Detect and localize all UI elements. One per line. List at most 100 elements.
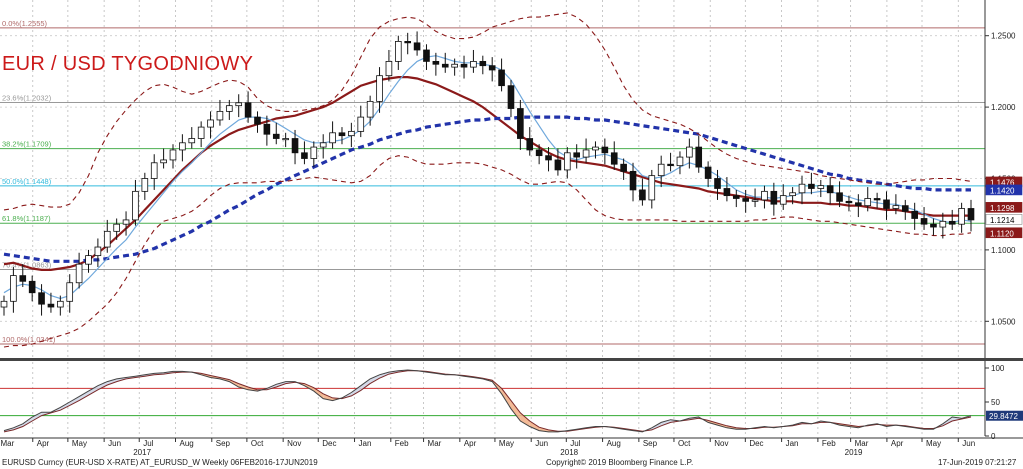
candle-body	[629, 170, 637, 191]
price-flag-label: 1.1298	[990, 204, 1015, 213]
candle	[808, 172, 815, 195]
candle-body	[207, 119, 214, 128]
candle	[338, 127, 346, 145]
candle	[648, 169, 656, 209]
candle	[676, 151, 684, 175]
candle	[310, 141, 318, 168]
candle	[507, 79, 515, 118]
candle-body	[432, 61, 440, 65]
candle	[254, 111, 261, 133]
candle-body	[470, 61, 477, 68]
candle-body	[216, 110, 224, 121]
x-tick-label: Jan	[359, 439, 372, 448]
candle	[207, 111, 214, 139]
candle-body	[770, 190, 778, 205]
candle-body	[0, 300, 8, 308]
candle	[526, 127, 534, 156]
candle-body	[545, 155, 552, 161]
candle-body	[526, 138, 534, 151]
x-tick-label: Apr	[37, 439, 50, 448]
candle-body	[836, 192, 843, 202]
candle-body	[179, 142, 186, 151]
candle	[282, 132, 289, 148]
candle-body	[113, 223, 120, 232]
candle	[948, 209, 956, 230]
candle	[235, 94, 243, 118]
candle	[573, 144, 580, 169]
candle-body	[385, 61, 393, 77]
candle	[470, 49, 477, 73]
x-tick-label: Jun	[962, 439, 975, 448]
candle-body	[535, 149, 543, 157]
candle-body	[864, 198, 872, 207]
candle	[770, 182, 778, 216]
y-tick-label: 1.1000	[991, 246, 1016, 255]
candle	[357, 105, 365, 138]
candle	[761, 185, 768, 209]
candle	[301, 141, 308, 165]
price-flag-label: 1.1420	[990, 186, 1015, 195]
candle	[732, 189, 740, 208]
candle	[395, 35, 402, 70]
candle-body	[338, 132, 346, 137]
x-tick-label: Mar	[0, 439, 14, 448]
candle-body	[648, 175, 656, 201]
x-tick-label: Dec	[322, 439, 336, 448]
osc-y-tick-label: 0	[991, 432, 996, 441]
candle-body	[901, 205, 909, 212]
candle	[639, 178, 646, 206]
x-tick-label: Nov	[714, 439, 728, 448]
footer-source: EURUSD Curncy (EUR-USD X-RATE) AT_EURUSD…	[2, 458, 318, 467]
x-year-label: 2018	[560, 448, 578, 457]
candle	[873, 192, 881, 209]
x-tick-label: Jul	[570, 439, 580, 448]
candle-body	[169, 149, 177, 161]
x-tick-label: May	[499, 439, 514, 448]
candle	[826, 177, 834, 205]
candle-body	[686, 146, 693, 158]
x-tick-label: Jul	[143, 439, 153, 448]
x-tick-label: Jan	[786, 439, 799, 448]
candle	[695, 135, 703, 173]
candle	[169, 144, 177, 169]
candle-body	[723, 188, 731, 197]
candle	[113, 218, 120, 240]
series-line-0	[3, 76, 971, 271]
x-tick-label: Jun	[108, 439, 121, 448]
candle-body	[488, 65, 496, 71]
candle-body	[639, 189, 646, 201]
candle-body	[817, 185, 825, 189]
price-flag-label: 1.1214	[990, 216, 1015, 225]
candle	[911, 202, 918, 230]
candle	[517, 99, 524, 150]
candle-body	[498, 69, 505, 87]
x-tick-label: Sep	[643, 439, 658, 448]
x-year-label: 2017	[133, 448, 151, 457]
candle-body	[460, 63, 468, 68]
candle-body	[667, 163, 674, 167]
y-tick-label: 1.2500	[991, 32, 1016, 41]
fib-level-label: 38.2%(1.1709)	[2, 140, 52, 149]
candle-body	[751, 199, 759, 202]
candle-body	[75, 263, 83, 284]
candle-body	[395, 41, 402, 62]
candle-body	[704, 166, 712, 179]
candle-body	[948, 220, 956, 225]
candle-body	[695, 146, 703, 168]
candle-body	[714, 178, 721, 189]
candle	[188, 127, 196, 149]
x-tick-label: Feb	[822, 439, 836, 448]
x-tick-label: Mar	[428, 439, 442, 448]
candle	[901, 199, 909, 220]
x-tick-label: May	[926, 439, 941, 448]
candle-body	[376, 75, 383, 102]
x-tick-label: Oct	[251, 439, 264, 448]
candle-body	[28, 280, 36, 294]
candle	[563, 147, 571, 179]
candle-body	[911, 210, 918, 219]
candle	[498, 58, 505, 92]
candle	[75, 252, 83, 289]
price-flag-label: 1.1120	[990, 229, 1014, 238]
candle-body	[742, 198, 749, 202]
candle	[160, 148, 167, 169]
